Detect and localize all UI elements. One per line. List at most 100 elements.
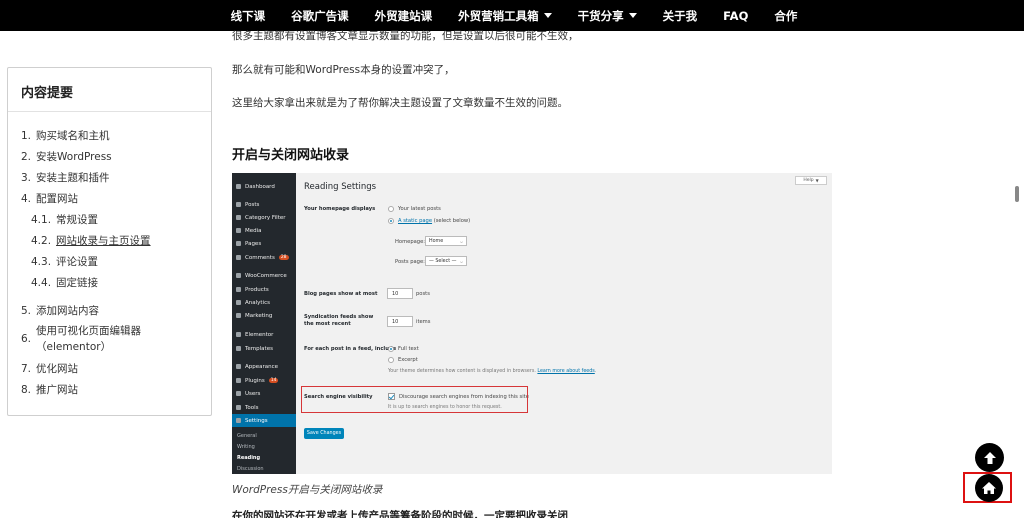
- toc-item-label: 安装WordPress: [36, 151, 112, 163]
- wp-menu-label: Templates: [245, 345, 273, 352]
- nav-item-label: FAQ: [723, 8, 749, 23]
- wp-menu-label: Pages: [245, 240, 262, 247]
- wp-menu-item: Appearance: [232, 360, 296, 373]
- wp-feed-full: Full text: [398, 346, 419, 352]
- wp-opt-static: A static page (select below): [398, 218, 470, 225]
- wp-feed-note: Your theme determines how content is dis…: [388, 369, 596, 374]
- wp-blog-unit: posts: [416, 291, 430, 297]
- wp-postspage-select-label: Posts page:: [395, 259, 425, 265]
- wp-homepage-select: Home ⌵: [425, 236, 467, 246]
- wp-submenu-item: Reading: [237, 455, 261, 461]
- toc-item[interactable]: 4.1. 常规设置: [31, 212, 98, 227]
- wp-postspage-select-value: — Select —: [429, 258, 457, 264]
- toc-item[interactable]: 3. 安装主题和插件: [21, 170, 110, 185]
- wp-menu-item: Plugins 14: [232, 374, 296, 387]
- nav-item-label: 关于我: [662, 8, 698, 23]
- toc-item[interactable]: 4.2. 网站收录与主页设置: [31, 233, 151, 248]
- home-icon: [982, 482, 996, 494]
- wp-radio-excerpt: [388, 357, 394, 363]
- toc-item-number: 8.: [21, 384, 32, 396]
- toc-item[interactable]: 1. 购买域名和主机: [21, 128, 110, 143]
- home-button[interactable]: [975, 474, 1003, 502]
- wp-submenu-item: Writing: [237, 444, 255, 450]
- article-paragraph-partial: 在你的网站还在开发或者上传产品等筹备阶段的时候，一定要把收录关闭: [232, 510, 568, 518]
- nav-item-label: 谷歌广告课: [291, 8, 349, 23]
- toc-item[interactable]: 4. 配置网站: [21, 191, 78, 206]
- nav-item-label: 外贸建站课: [374, 8, 433, 23]
- wp-menu-label: Comments: [245, 254, 275, 261]
- toc-item-label: 网站收录与主页设置: [56, 235, 151, 247]
- article-paragraph: 很多主题都有设置博客文章显示数量的功能，但是设置以后很可能不生效，: [232, 30, 579, 42]
- toc-item-number: 5.: [21, 305, 32, 317]
- wp-menu-item: Category Filter: [232, 211, 296, 224]
- wp-menu-item: Marketing: [232, 309, 296, 322]
- toc-item[interactable]: 7. 优化网站: [21, 361, 78, 376]
- toc-title: 内容提要: [8, 68, 211, 112]
- wp-menu-label: WooCommerce: [245, 272, 287, 279]
- scrollbar-thumb[interactable]: [1015, 186, 1019, 202]
- wp-menu-icon: [236, 215, 241, 220]
- wp-feed-excerpt: Excerpt: [398, 357, 418, 363]
- wp-menu-icon: [236, 202, 241, 207]
- wp-menu-item: Products: [232, 283, 296, 296]
- caret-down-icon: [543, 13, 552, 18]
- wp-menu-item: Settings: [232, 414, 296, 427]
- back-to-top-button[interactable]: [975, 443, 1004, 472]
- wp-homepage-select-value: Home: [429, 238, 444, 244]
- top-navigation: 线下课 谷歌广告课 外贸建站课 外贸营销工具箱 干货分享 关于我 FAQ 合作: [0, 0, 1024, 31]
- wp-menu-icon: [236, 391, 241, 396]
- toc-item[interactable]: 8. 推广网站: [21, 382, 78, 397]
- toc-item[interactable]: 4.3. 评论设置: [31, 254, 98, 269]
- wp-radio-latest: [388, 206, 394, 212]
- wp-menu-item: Elementor: [232, 328, 296, 341]
- nav-item[interactable]: 线下课: [218, 8, 279, 24]
- wp-menu-item: Templates: [232, 342, 296, 355]
- wp-menu-icon: [236, 273, 241, 278]
- wp-menu-label: Elementor: [245, 331, 274, 338]
- toc-item-number: 1.: [21, 130, 32, 142]
- wp-menu-label: Settings: [245, 417, 268, 424]
- wp-menu-item: Tools: [232, 401, 296, 414]
- wp-menu-label: Products: [245, 286, 269, 293]
- wp-page-title: Reading Settings: [304, 182, 377, 192]
- table-of-contents: 内容提要 1. 购买域名和主机 2. 安装WordPress 3. 安装主题和插件 4. 配置…: [7, 67, 212, 416]
- wp-menu-icon: [236, 300, 241, 305]
- toc-item-number: 4.: [21, 193, 32, 205]
- toc-item-number: 2.: [21, 151, 32, 163]
- nav-item[interactable]: 合作: [761, 8, 810, 24]
- wp-menu-icon: [236, 378, 241, 383]
- nav-item[interactable]: 外贸营销工具箱: [445, 8, 565, 24]
- wp-radio-full: [388, 346, 394, 352]
- toc-item[interactable]: 2. 安装WordPress: [21, 149, 112, 164]
- nav-item[interactable]: FAQ: [710, 8, 761, 24]
- wp-menu-badge: 28: [278, 255, 289, 260]
- nav-item[interactable]: 外贸建站课: [362, 8, 446, 24]
- nav-item[interactable]: 关于我: [650, 8, 711, 24]
- wp-menu-label: Plugins: [245, 377, 265, 384]
- toc-item-label: 使用可视化页面编辑器（elementor）: [36, 325, 142, 353]
- toc-item[interactable]: 5. 添加网站内容: [21, 303, 99, 318]
- wp-menu-item: Dashboard: [232, 180, 296, 193]
- wp-menu-label: Dashboard: [245, 183, 275, 190]
- toc-item[interactable]: 6. 使用可视化页面编辑器（elementor）: [21, 323, 161, 355]
- wp-menu-icon: [236, 313, 241, 318]
- wp-postspage-select: — Select — ⌵: [425, 256, 467, 266]
- wp-admin-sidebar: Dashboard Posts Category Filter Media Pages C…: [232, 173, 296, 474]
- nav-item[interactable]: 干货分享: [565, 8, 650, 24]
- toc-item-label: 常规设置: [56, 214, 99, 226]
- toc-item-number: 4.3.: [31, 256, 52, 268]
- wp-feed-note-link: Learn more about feeds: [537, 369, 595, 374]
- nav-item[interactable]: 谷歌广告课: [278, 8, 362, 24]
- wp-menu-icon: [236, 241, 241, 246]
- toc-item[interactable]: 4.4. 固定链接: [31, 275, 98, 290]
- wp-menu-item: Comments 28: [232, 251, 296, 264]
- wp-menu-label: Appearance: [245, 363, 279, 370]
- wp-static-rest: (select below): [432, 218, 471, 224]
- toc-item-label: 购买域名和主机: [36, 130, 110, 142]
- wp-menu-icon: [236, 228, 241, 233]
- wp-static-link: A static page: [398, 218, 433, 224]
- wp-menu-label: Category Filter: [245, 214, 286, 221]
- toc-item-label: 添加网站内容: [36, 305, 100, 317]
- wp-menu-item: Analytics: [232, 296, 296, 309]
- toc-item-label: 推广网站: [36, 384, 79, 396]
